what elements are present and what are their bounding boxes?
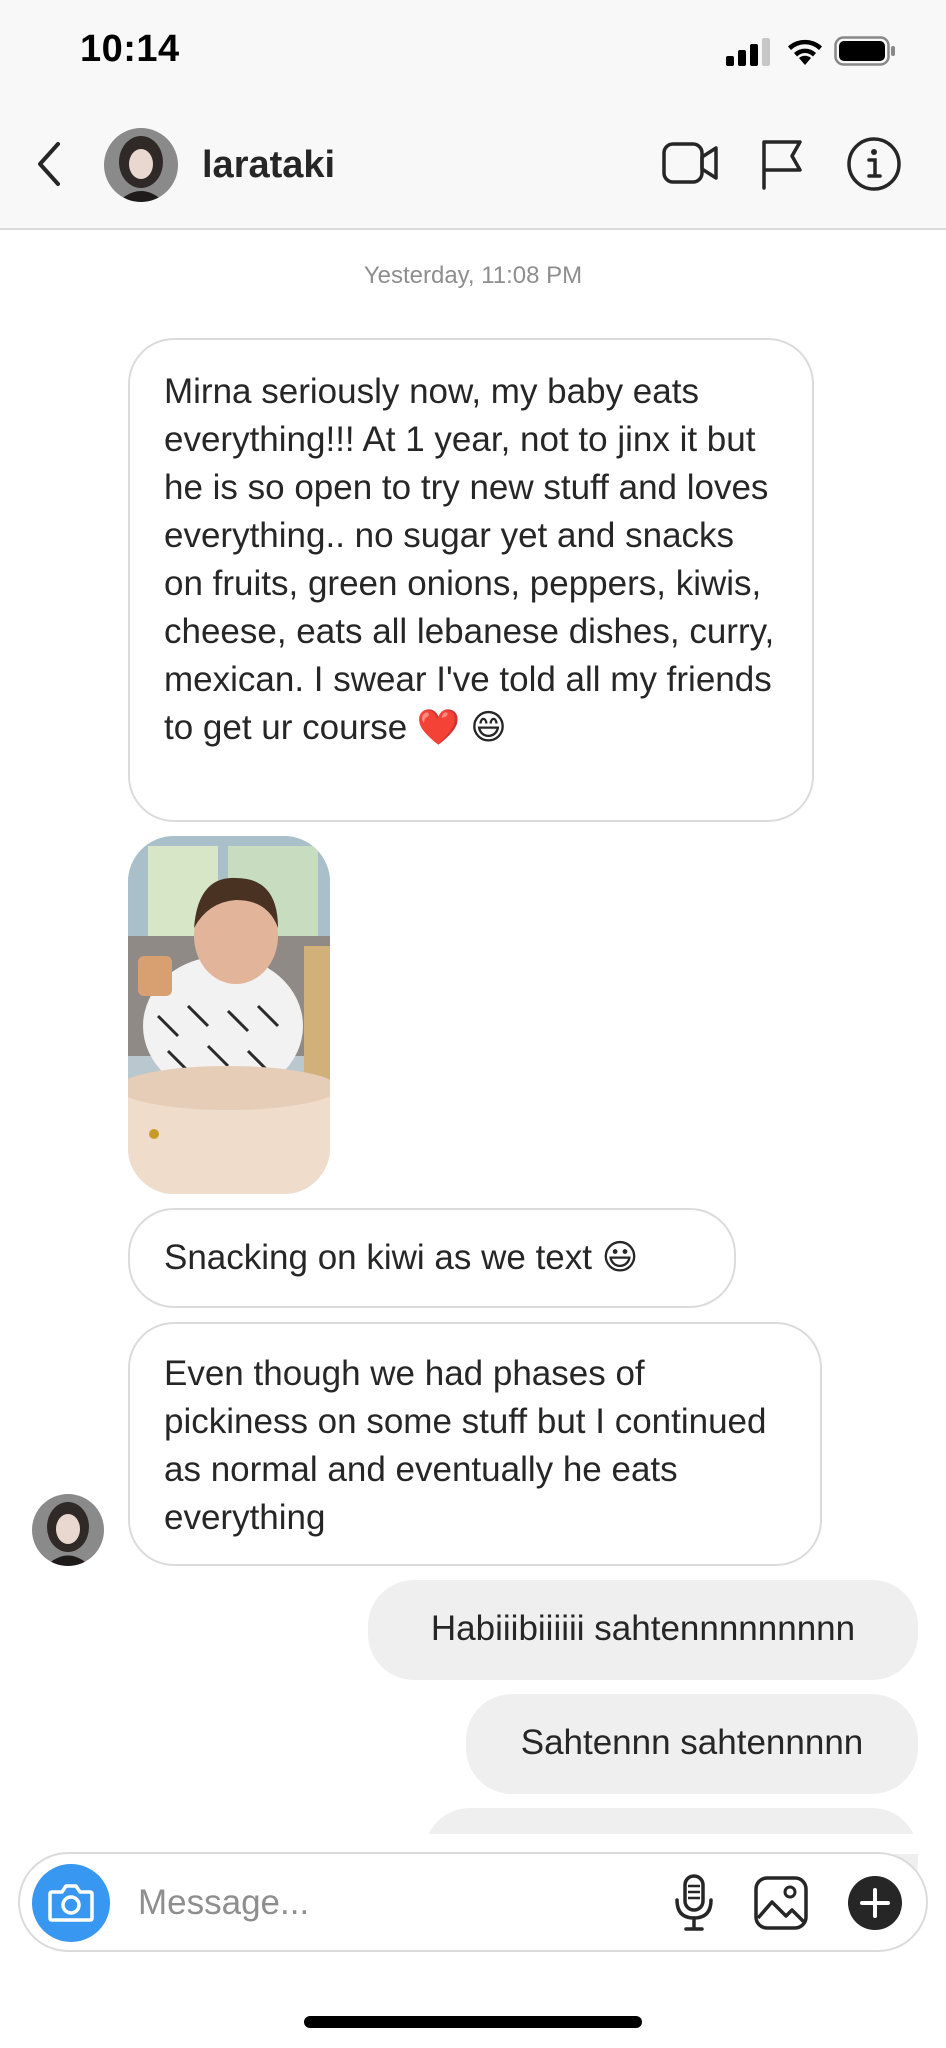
conversation-timestamp: Yesterday, 11:08 PM bbox=[363, 262, 583, 289]
battery-icon bbox=[834, 36, 895, 66]
sender-avatar[interactable] bbox=[32, 1494, 104, 1566]
message-bubble-received[interactable]: Even though we had phases of pickiness o… bbox=[128, 1322, 822, 1566]
camera-button[interactable] bbox=[32, 1864, 110, 1942]
info-icon[interactable] bbox=[846, 136, 902, 192]
message-bubble-received[interactable]: Snacking on kiwi as we text 😃 bbox=[128, 1208, 736, 1308]
profile-photo bbox=[104, 128, 178, 202]
message-composer bbox=[18, 1852, 928, 1952]
message-text: Snacking on kiwi as we text 😃 bbox=[164, 1238, 639, 1277]
camera-icon bbox=[48, 1884, 94, 1922]
flag-icon[interactable] bbox=[760, 138, 804, 190]
plus-circle-icon[interactable] bbox=[846, 1874, 904, 1932]
gallery-icon[interactable] bbox=[754, 1876, 808, 1930]
avatar[interactable] bbox=[104, 128, 178, 202]
message-bubble-sent[interactable]: Habiiibiiiiii sahtennnnnnnnn bbox=[368, 1580, 918, 1680]
home-indicator bbox=[304, 2016, 642, 2028]
microphone-icon[interactable] bbox=[672, 1874, 716, 1932]
wifi-icon bbox=[788, 39, 822, 65]
status-time: 10:14 bbox=[80, 28, 180, 70]
message-text: Even though we had phases of pickiness o… bbox=[164, 1354, 767, 1537]
baby-photo bbox=[128, 836, 330, 1194]
message-text: Mirna seriously now, my baby eats everyt… bbox=[164, 372, 775, 747]
list-clip bbox=[0, 1834, 946, 1854]
video-call-icon[interactable] bbox=[662, 140, 718, 186]
chat-header: larataki bbox=[0, 100, 946, 230]
photo-message[interactable] bbox=[128, 836, 330, 1194]
message-text: Sahtennn sahtennnnn bbox=[520, 1723, 864, 1762]
message-bubble-received[interactable]: Mirna seriously now, my baby eats everyt… bbox=[128, 338, 814, 822]
contact-username[interactable]: larataki bbox=[202, 144, 335, 187]
message-input[interactable] bbox=[138, 1876, 658, 1930]
profile-photo bbox=[32, 1494, 104, 1566]
status-bar: 10:14 bbox=[0, 0, 946, 100]
message-bubble-sent[interactable]: Sahtennn sahtennnnn bbox=[466, 1694, 918, 1794]
message-text: Habiiibiiiiii sahtennnnnnnnn bbox=[430, 1609, 856, 1648]
chevron-left-icon[interactable] bbox=[34, 140, 64, 188]
cellular-signal-icon bbox=[726, 38, 770, 66]
